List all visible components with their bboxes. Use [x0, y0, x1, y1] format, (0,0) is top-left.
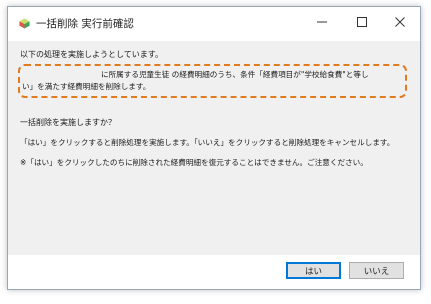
question-text: 一括削除を実施しますか？	[20, 118, 116, 127]
maximize-button[interactable]	[342, 7, 382, 37]
no-button[interactable]: いいえ	[349, 262, 404, 279]
condition-text-line1: に所属する児童生徒 の経費明細のうち、条件「経費項目が"学校給食費"と等し	[22, 69, 369, 80]
intro-text: 以下の処理を実施しようとしています。	[20, 50, 163, 59]
maximize-icon	[357, 17, 367, 27]
close-icon	[395, 17, 405, 27]
title-bar[interactable]: 一括削除 実行前確認	[8, 7, 420, 41]
confirm-dialog-window: 一括削除 実行前確認 以下の処理を実施しようとしています。 に所属する児童生徒 …	[7, 6, 421, 290]
app-cube-icon	[19, 18, 30, 29]
window-title: 一括削除 実行前確認	[36, 18, 134, 30]
button-bar: はい いいえ	[8, 255, 420, 289]
condition-text-line1-content: に所属する児童生徒 の経費明細のうち、条件「経費項目が"学校給食費"と等し	[101, 70, 369, 79]
minimize-icon	[317, 21, 327, 23]
condition-text-line2: い」を満たす経費明細を削除します。	[22, 82, 151, 91]
masked-name-area	[22, 70, 101, 80]
yes-button[interactable]: はい	[286, 262, 341, 279]
warning-text: ※「はい」をクリックしたのちに削除された経費明細を復元することはできません。ご注…	[20, 158, 368, 167]
minimize-button[interactable]	[302, 7, 342, 37]
close-button[interactable]	[380, 7, 420, 37]
dialog-content: 以下の処理を実施しようとしています。 に所属する児童生徒 の経費明細のうち、条件…	[8, 41, 420, 255]
instruction-text: 「はい」をクリックすると削除処理を実施します。「いいえ」をクリックすると削除処理…	[20, 138, 395, 147]
